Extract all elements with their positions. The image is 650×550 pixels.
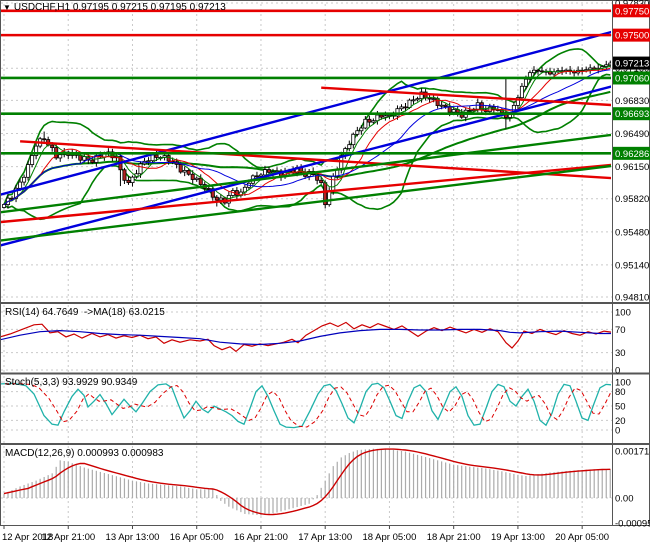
price-axis-label: 0.95140 bbox=[615, 260, 649, 271]
macd-axis-label: 0.00 bbox=[615, 494, 634, 505]
stoch-axis-label: 0 bbox=[615, 426, 620, 437]
price-axis-label: 0.96150 bbox=[615, 162, 649, 173]
ohlc-quotes-label: 0.97195 0.97215 0.97195 0.97213 bbox=[72, 2, 226, 13]
time-axis-label[interactable]: 13 Apr 13:00 bbox=[106, 532, 160, 543]
macd-axis-label: 0.001718 bbox=[615, 447, 650, 458]
rsi-indicator-label: RSI(14) 64.7649 ->MA(18) 63.0215 bbox=[5, 307, 165, 318]
price-badge-label: 0.97213 bbox=[615, 59, 649, 70]
price-badge-label: 0.97500 bbox=[615, 31, 649, 42]
chart-title: ▼ USDCHF,H1 0.97195 0.97215 0.97195 0.972… bbox=[3, 2, 226, 13]
price-badge-label: 0.97750 bbox=[615, 6, 649, 17]
price-badge-label: 0.96693 bbox=[615, 109, 649, 120]
stoch-axis-label: 50 bbox=[615, 402, 626, 413]
price-axis-label: 0.95820 bbox=[615, 194, 649, 205]
macd-indicator-label: MACD(12,26,9) 0.000993 0.000983 bbox=[5, 448, 164, 459]
time-axis-label[interactable]: 12 Apr 21:00 bbox=[41, 532, 95, 543]
time-axis-label[interactable]: 18 Apr 21:00 bbox=[427, 532, 481, 543]
time-axis-label[interactable]: 18 Apr 05:00 bbox=[362, 532, 416, 543]
price-axis-label: 0.95480 bbox=[615, 227, 649, 238]
rsi-axis-label: 100 bbox=[615, 308, 631, 319]
price-badge-label: 0.96286 bbox=[615, 149, 649, 160]
macd-axis-label: -0.000952 bbox=[615, 519, 650, 530]
rsi-axis-label: 30 bbox=[615, 348, 626, 359]
rsi-axis-label: 70 bbox=[615, 325, 626, 336]
price-axis-label: 0.96830 bbox=[615, 96, 649, 107]
time-axis-label[interactable]: 16 Apr 05:00 bbox=[170, 532, 224, 543]
time-axis-label[interactable]: 17 Apr 13:00 bbox=[298, 532, 352, 543]
price-badge-label: 0.97060 bbox=[615, 73, 649, 84]
price-axis-label: 0.96490 bbox=[615, 129, 649, 140]
time-axis-label[interactable]: 19 Apr 13:00 bbox=[491, 532, 545, 543]
symbol-period-label: USDCHF,H1 bbox=[13, 2, 71, 13]
chart-expand-arrow-icon[interactable]: ▼ bbox=[3, 3, 11, 12]
chart-canvas[interactable]: 0.978300.971600.968300.964900.961500.958… bbox=[0, 0, 650, 550]
time-axis-label[interactable]: 20 Apr 05:00 bbox=[555, 532, 609, 543]
stoch-indicator-label: Stoch(5,3,3) 93.9929 90.9349 bbox=[5, 377, 138, 388]
rsi-axis-label: 0 bbox=[615, 366, 620, 377]
price-axis-label: 0.94810 bbox=[615, 293, 649, 304]
stoch-axis-label: 80 bbox=[615, 387, 626, 398]
time-axis-label[interactable]: 16 Apr 21:00 bbox=[234, 532, 288, 543]
trading-chart-window[interactable]: ▼ USDCHF,H1 0.97195 0.97215 0.97195 0.972… bbox=[0, 0, 650, 550]
